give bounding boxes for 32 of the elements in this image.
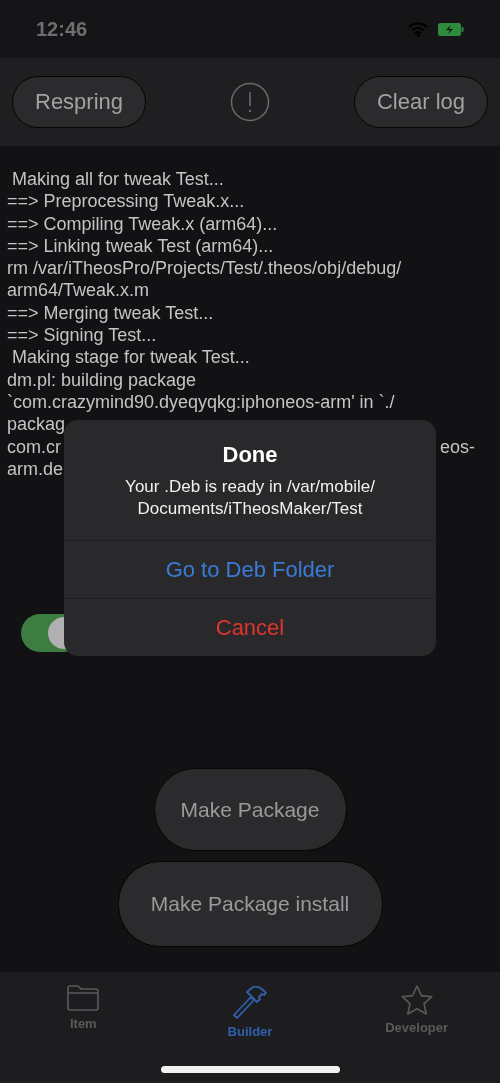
make-package-button[interactable]: Make Package install [117, 861, 383, 948]
log-line: dm.pl: building package [7, 368, 197, 391]
log-line: ==> Signing Test... [7, 324, 157, 347]
respring-button[interactable]: Respring [12, 76, 147, 128]
tab[interactable]: Item [13, 972, 154, 1044]
alert-title: Done [222, 442, 278, 468]
log-line: Making stage for tweak Test... [11, 346, 250, 369]
log-line: ==> Merging tweak Test... [7, 301, 214, 325]
make-package-button[interactable]: Make Package [153, 768, 347, 852]
log-line: arm64/Tweak.x.m [7, 279, 150, 302]
folder-icon [66, 984, 101, 1012]
log-line: eos- [440, 435, 475, 458]
alert-message: Your .Deb is ready in /var/mobile/ Documents/iTheosMaker/Test [124, 476, 376, 520]
warning-icon[interactable] [230, 82, 270, 122]
log-line: ==> Linking tweak Test (arm64)... [7, 234, 274, 258]
tab[interactable]: Builder [180, 972, 320, 1044]
log-line: com.cr [7, 435, 61, 458]
hammer-icon [231, 984, 269, 1020]
log-line: `com.crazymind90.dyeqyqkg:iphoneos-arm' in `./ [7, 390, 395, 414]
alert-action-button[interactable]: Go to Deb Folder [64, 540, 436, 598]
log-line: packag [7, 413, 66, 436]
star-icon [399, 984, 434, 1016]
log-line: Making all for tweak Test... [11, 168, 224, 191]
log-line: rm /var/iTheosPro/Projects/Test/.theos/obj/debug/ [7, 257, 402, 280]
cancel-button[interactable]: Cancel [64, 598, 436, 656]
tab[interactable]: Developer [346, 972, 487, 1044]
log-line: arm.de [7, 457, 64, 481]
clear-log-button[interactable]: Clear log [353, 76, 488, 128]
log-line: ==> Preprocessing Tweak.x... [7, 190, 245, 213]
log-line: ==> Compiling Tweak.x (arm64)... [7, 212, 278, 235]
status-time: 12:46 [36, 17, 88, 41]
battery-icon [438, 22, 464, 36]
